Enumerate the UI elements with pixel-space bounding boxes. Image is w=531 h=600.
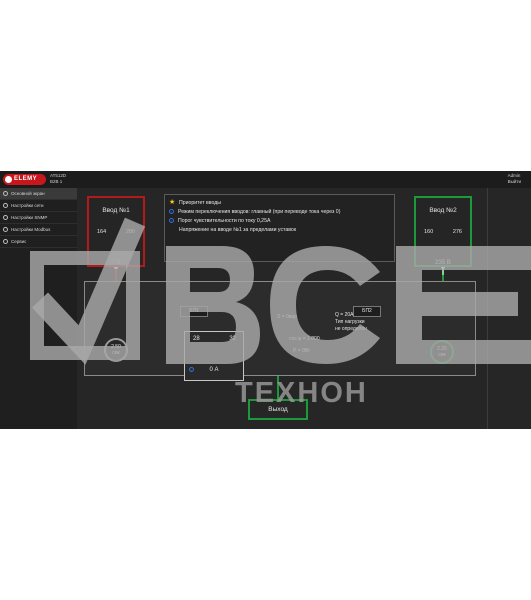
sidebar-item-label: Настройки SNMP [11,215,48,220]
active-power: P = 0Вт [293,348,311,354]
input-2-card[interactable]: Ввод №2 160 276 235 В [414,196,472,267]
logo-text: ELEMY [14,176,38,182]
switching-panel [84,281,476,376]
elemy-logo: ELEMY [3,174,46,185]
input-1-voltage: 0 В [111,260,121,266]
model-line-2: B2B 1 [50,179,63,184]
apparent-power: S = 0вар [277,314,297,320]
message-panel: ★ Приоритет вводы i Режим переключения в… [164,194,395,262]
snmp-icon [3,215,8,220]
sidebar-item-label: Настройки Modbus [11,227,51,232]
current-meter: 28 32 i 0 А [184,331,244,381]
home-icon [3,191,8,196]
sidebar-item-label: Основной экран [11,191,45,196]
star-icon: ★ [169,199,176,206]
modbus-icon [3,227,8,232]
message-mode: i Режим переключения вводов: главный (пр… [165,207,394,216]
input-2-timer: 2.25 сек [430,340,454,364]
message-text: Порог чувствительности по току 0,25А [178,217,271,224]
input-2-voltage: 235 В [435,260,451,266]
reactive-power: Q = 20А [335,312,354,318]
input-1-title: Ввод №1 [102,207,130,214]
current-min: 28 [193,336,200,342]
user-menu[interactable]: Admin Выйти [508,173,521,185]
service-icon [3,239,8,244]
watermark-text: ТЕХНОН [235,377,368,409]
network-icon [3,203,8,208]
timer-2-unit: сек [438,352,446,358]
message-voltage-warning: Напряжение на вводе №1 за пределами уста… [165,225,394,234]
power-factor: cos φ = 1.000 [289,336,320,342]
load-type-value: не определён [335,326,367,332]
sidebar-item-snmp[interactable]: Настройки SNMP [0,212,77,224]
timer-1-unit: сек [112,350,120,356]
sidebar-item-label: Сервис [11,239,27,244]
load-type-label: Тип нагрузки [335,319,365,325]
input-1-card[interactable]: Ввод №1 164 280 0 В [87,196,145,267]
message-text: Напряжение на вводе №1 за пределами уста… [179,226,297,233]
sidebar-item-network[interactable]: Настройки сети [0,200,77,212]
logo-mark-icon [5,176,12,183]
sidebar-item-main-screen[interactable]: Основной экран [0,188,77,200]
bus-2-label: БП2 [353,306,381,317]
message-text: Режим переключения вводов: главный (при … [178,208,341,215]
info-icon: i [169,209,174,215]
sidebar-item-modbus[interactable]: Настройки Modbus [0,224,77,236]
current-value: 0 А [209,367,219,373]
input-2-max: 276 [452,229,462,235]
input-1-timer: 2.50 сек [104,338,128,362]
app-window: ELEMY AT512D B2B 1 Admin Выйти Основной … [0,171,531,429]
bus-1-label: БП1 [180,306,208,317]
current-max: 32 [229,336,236,342]
message-threshold: i Порог чувствительности по току 0,25А [165,216,394,225]
input-1-min: 164 [97,229,107,235]
sidebar: Основной экран Настройки сети Настройки … [0,188,77,429]
input-1-max: 280 [125,229,135,235]
sidebar-item-label: Настройки сети [11,203,44,208]
top-bar: ELEMY AT512D B2B 1 Admin Выйти [0,171,531,188]
message-text: Приоритет вводы [179,199,222,206]
device-model: AT512D B2B 1 [50,173,66,185]
input-2-title: Ввод №2 [429,207,457,214]
info-icon: i [169,218,174,224]
sidebar-item-service[interactable]: Сервис [0,236,77,248]
input-2-min: 160 [424,229,434,235]
logout-link[interactable]: Выйти [508,179,521,185]
message-priority: ★ Приоритет вводы [165,198,394,207]
